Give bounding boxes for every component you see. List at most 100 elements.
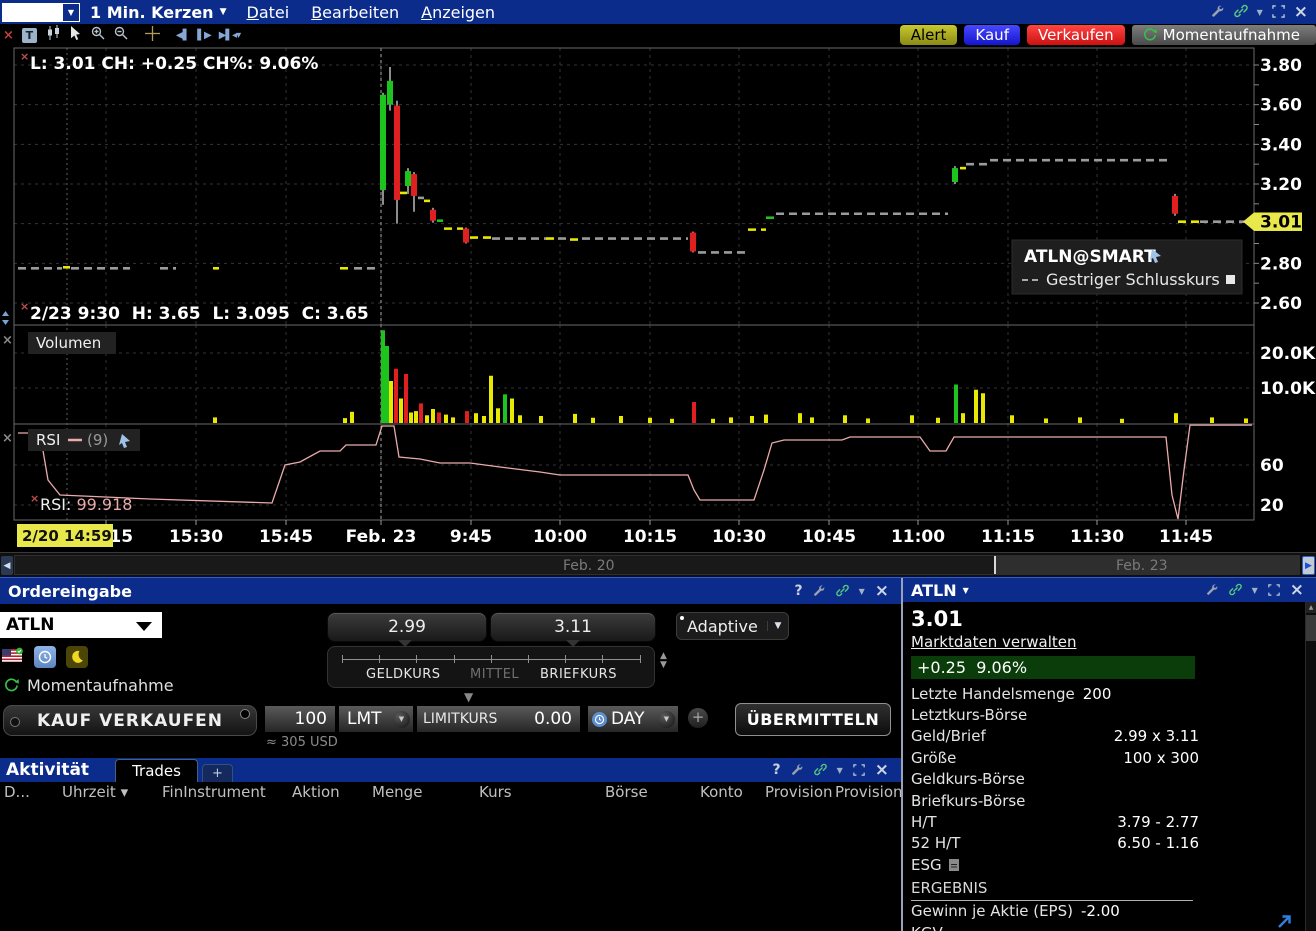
activity-table-body[interactable] [0, 802, 901, 931]
menu-anzeigen[interactable]: Anzeigen [421, 3, 495, 22]
alert-button[interactable]: Alert [900, 25, 958, 45]
limit-price-field[interactable]: LIMITKURS 0.00 [417, 706, 580, 732]
tif-dropdown[interactable]: DAY ▼ [588, 706, 678, 732]
column-header-provision[interactable]: Provision [765, 783, 835, 801]
menu-bearbeiten[interactable]: Bearbeiten [311, 3, 399, 22]
bid-price-button[interactable]: 2.99 [327, 612, 487, 642]
quantity-field[interactable]: 100 [265, 706, 335, 732]
strategy-dropdown[interactable]: Adaptive ▼ [676, 612, 789, 640]
help-icon[interactable]: ? [772, 762, 780, 778]
slider-label-mid[interactable]: MITTEL [470, 667, 519, 682]
manage-market-data-link[interactable]: Marktdaten verwalten [911, 632, 1316, 653]
column-header-konto[interactable]: Konto [700, 783, 765, 801]
popout-arrow-icon[interactable] [1275, 912, 1294, 931]
close-icon[interactable]: × [1294, 5, 1308, 19]
scroll-right-button[interactable]: ▶ [1302, 556, 1315, 575]
column-header-fininstrument[interactable]: FinInstrument [162, 783, 292, 801]
text-tool-icon[interactable]: T [22, 28, 37, 43]
close-icon[interactable]: × [875, 584, 889, 598]
link-icon[interactable] [1229, 581, 1242, 600]
symbol-filter-combo[interactable]: ▼ [2, 3, 80, 22]
slider-tick [640, 655, 641, 663]
zoom-in-icon[interactable] [91, 26, 106, 45]
svg-text:15:45: 15:45 [259, 527, 313, 547]
submit-order-button[interactable]: ÜBERMITTELN [735, 703, 891, 736]
scroll-thumb[interactable]: Feb. 23 [996, 556, 1299, 574]
row-label: Letzte Handelsmenge [911, 685, 1075, 703]
wrench-icon[interactable] [813, 582, 826, 601]
scroll-track[interactable]: Feb. 20 Feb. 23 [14, 555, 1300, 575]
scroll-up-icon[interactable]: ▲ [1306, 602, 1316, 613]
pan-right-icon[interactable]: ▌▶ [197, 30, 210, 41]
svg-text:15:30: 15:30 [169, 527, 223, 547]
column-header-d[interactable]: D... [4, 783, 62, 801]
maximize-icon[interactable] [1272, 3, 1285, 22]
candlestick-tool-icon[interactable] [45, 25, 62, 45]
add-tab-button[interactable]: + [202, 764, 233, 782]
column-header-aktion[interactable]: Aktion [292, 783, 372, 801]
after-hours-moon-icon[interactable] [66, 646, 88, 668]
wrench-icon[interactable] [791, 761, 804, 780]
wrench-icon[interactable] [1211, 3, 1225, 22]
slider-label-ask[interactable]: BRIEFKURS [540, 667, 617, 682]
column-header-brse[interactable]: Börse [605, 783, 700, 801]
scrollbar-thumb[interactable] [1306, 615, 1316, 641]
quote-scrollbar[interactable]: ▲ [1305, 602, 1316, 931]
row-value: 2.99 x 3.11 [1114, 727, 1203, 745]
add-order-attribute-button[interactable]: + [688, 708, 708, 728]
close-icon[interactable]: × [1290, 583, 1304, 597]
link-icon[interactable] [836, 582, 849, 601]
scroll-left-button[interactable]: ◀ [1, 556, 13, 575]
close-icon[interactable]: × [3, 28, 14, 43]
menu-datei[interactable]: Datei [246, 3, 289, 22]
zoom-out-icon[interactable] [114, 26, 129, 45]
cursor-tool-icon[interactable] [70, 26, 83, 45]
help-icon[interactable]: ? [794, 583, 802, 599]
trading-hours-icon[interactable] [34, 646, 56, 668]
buy-sell-toggle[interactable]: KAUF VERKAUFEN [2, 704, 258, 737]
price-chart-canvas[interactable]: 3.803.603.403.202.802.6020.0K10.0K60203.… [0, 46, 1316, 552]
chevron-down-icon[interactable]: ▼ [859, 587, 865, 596]
quote-symbol-dropdown[interactable]: ATLN ▼ [903, 581, 969, 600]
link-icon[interactable] [1234, 3, 1248, 22]
strategy-dot [680, 616, 684, 620]
radio-left[interactable] [10, 717, 20, 727]
column-header-provision[interactable]: Provision [835, 783, 901, 801]
column-header-uhrzeit[interactable]: Uhrzeit ▾ [62, 783, 162, 801]
snapshot-row[interactable]: Momentaufnahme [4, 676, 174, 695]
period-dropdown[interactable]: 1 Min. Kerzen ▼ [90, 3, 226, 22]
chevron-down-icon[interactable]: ▼ [837, 766, 843, 775]
link-icon[interactable] [814, 761, 827, 780]
close-rsi-icon[interactable]: × [2, 431, 13, 446]
quote-row: Größe100 x 300 [911, 747, 1203, 768]
maximize-icon[interactable] [853, 761, 865, 780]
column-header-kurs[interactable]: Kurs [479, 783, 605, 801]
slider-label-bid[interactable]: GELDKURS [366, 667, 441, 682]
buy-button[interactable]: Kauf [964, 25, 1020, 45]
go-to-end-icon[interactable]: ▶▌◂▾ [219, 30, 240, 41]
wrench-icon[interactable] [1206, 581, 1219, 600]
combo-arrow-icon[interactable]: ▼ [63, 4, 79, 21]
snapshot-label: Momentaufnahme [27, 676, 174, 695]
tab-trades[interactable]: Trades [115, 759, 198, 782]
sell-button[interactable]: Verkaufen [1027, 25, 1125, 45]
svg-text:20: 20 [1260, 496, 1284, 516]
maximize-icon[interactable] [1268, 581, 1280, 600]
radio-right[interactable] [240, 709, 250, 719]
order-type-dropdown[interactable]: LMT ▼ [339, 706, 413, 732]
price-slider[interactable]: GELDKURS MITTEL BRIEFKURS [327, 646, 655, 688]
ask-price-button[interactable]: 3.11 [490, 612, 656, 642]
column-header-menge[interactable]: Menge [372, 783, 479, 801]
document-icon[interactable] [948, 858, 960, 872]
order-symbol-combo[interactable]: ATLN [0, 612, 162, 638]
chevron-down-icon: ▼ [767, 621, 788, 631]
order-header-icons: ? ▼ × [794, 582, 889, 601]
price-spinner[interactable]: ▲▼ [660, 652, 667, 670]
pan-left-icon[interactable]: ◀▌ [176, 30, 189, 41]
chevron-down-icon[interactable]: ▼ [1257, 8, 1263, 17]
snapshot-button[interactable]: Momentaufnahme [1132, 25, 1316, 45]
close-icon[interactable]: × [875, 763, 889, 777]
close-volume-icon[interactable]: × [2, 333, 13, 348]
crosshair-tool-icon[interactable] [145, 26, 160, 45]
chevron-down-icon[interactable]: ▼ [1252, 586, 1258, 595]
